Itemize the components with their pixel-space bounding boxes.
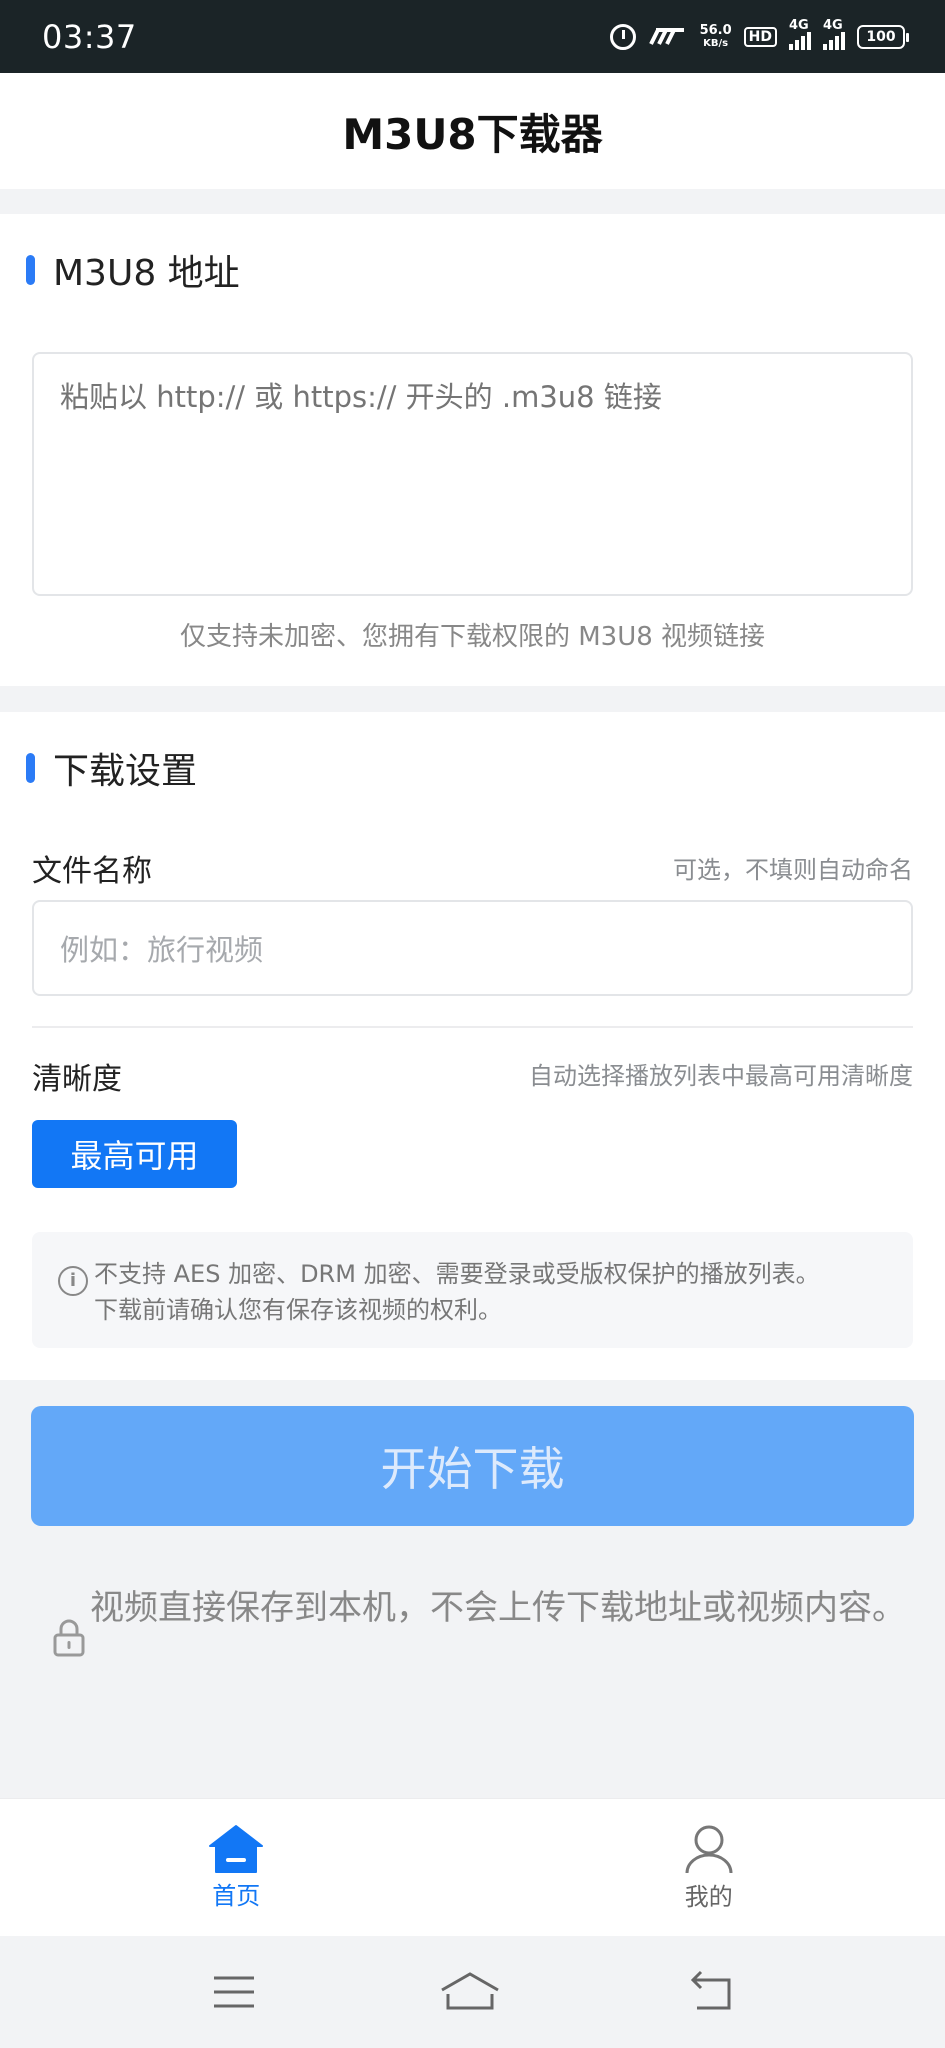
network-type-1: 4G xyxy=(789,17,809,33)
filename-aside: 可选，不填则自动命名 xyxy=(673,856,913,884)
start-download-button[interactable]: 开始下载 xyxy=(31,1406,914,1526)
settings-section-title-text: 下载设置 xyxy=(53,751,198,792)
page-title: M3U8下载器 xyxy=(342,109,603,159)
settings-section-title: 下载设置 xyxy=(26,742,197,794)
quality-option-highest[interactable]: 最高可用 xyxy=(32,1120,237,1188)
app-header: M3U8下载器 xyxy=(0,73,945,189)
divider xyxy=(32,1026,913,1028)
notice-box: i 不支持 AES 加密、DRM 加密、需要登录或受版权保护的播放列表。 下载前… xyxy=(32,1232,913,1348)
network-type-2: 4G xyxy=(823,17,843,33)
signal-icon-1: 4G xyxy=(789,18,811,50)
tab-home-label: 首页 xyxy=(212,1882,261,1910)
info-icon: i xyxy=(58,1266,88,1296)
filename-placeholder: 例如：旅行视频 xyxy=(60,933,264,967)
nfc-icon xyxy=(648,27,684,45)
filename-label: 文件名称 xyxy=(32,854,152,889)
battery-icon: 100 xyxy=(857,24,909,49)
tab-mine[interactable]: 我的 xyxy=(473,1799,945,1936)
url-input[interactable] xyxy=(32,352,913,596)
quality-label: 清晰度 xyxy=(32,1062,122,1097)
quality-aside: 自动选择播放列表中最高可用清晰度 xyxy=(529,1062,913,1090)
section-accent-bar xyxy=(26,255,35,285)
status-bar: 03:37 56.0 KB/s HD 4G 4G 100 xyxy=(0,0,945,73)
speed-value: 56.0 xyxy=(699,22,732,38)
home-icon xyxy=(209,1825,264,1873)
alarm-icon xyxy=(609,23,636,50)
network-speed: 56.0 KB/s xyxy=(700,24,732,50)
filename-input[interactable]: 例如：旅行视频 xyxy=(32,900,913,996)
status-time: 03:37 xyxy=(42,17,137,56)
section-accent-bar xyxy=(26,753,35,783)
url-hint: 仅支持未加密、您拥有下载权限的 M3U8 视频链接 xyxy=(179,622,766,652)
url-section: M3U8 地址 仅支持未加密、您拥有下载权限的 M3U8 视频链接 xyxy=(0,214,945,686)
url-section-title-text: M3U8 地址 xyxy=(53,253,240,294)
url-section-title: M3U8 地址 xyxy=(26,244,240,296)
menu-icon[interactable] xyxy=(210,1972,258,2012)
speed-unit: KB/s xyxy=(703,37,729,49)
status-icons: 56.0 KB/s HD 4G 4G 100 xyxy=(609,18,909,50)
settings-section: 下载设置 文件名称 可选，不填则自动命名 例如：旅行视频 清晰度 自动选择播放列… xyxy=(0,712,945,1380)
notice-line-1: 不支持 AES 加密、DRM 加密、需要登录或受版权保护的播放列表。 xyxy=(94,1260,820,1288)
back-icon[interactable] xyxy=(683,1970,735,2014)
lock-icon xyxy=(53,1619,85,1657)
tab-home[interactable]: 首页 xyxy=(0,1799,473,1936)
notice-line-2: 下载前请确认您有保存该视频的权利。 xyxy=(94,1296,502,1324)
user-icon xyxy=(685,1825,733,1874)
privacy-note: 视频直接保存到本机，不会上传下载地址或视频内容。 xyxy=(90,1588,906,1628)
signal-icon-2: 4G xyxy=(823,18,845,50)
tab-mine-label: 我的 xyxy=(684,1883,733,1911)
system-navigation xyxy=(0,1936,945,2048)
hd-badge: HD xyxy=(743,26,777,47)
home-nav-icon[interactable] xyxy=(438,1970,502,2014)
tab-bar: 首页 我的 xyxy=(0,1798,945,1936)
